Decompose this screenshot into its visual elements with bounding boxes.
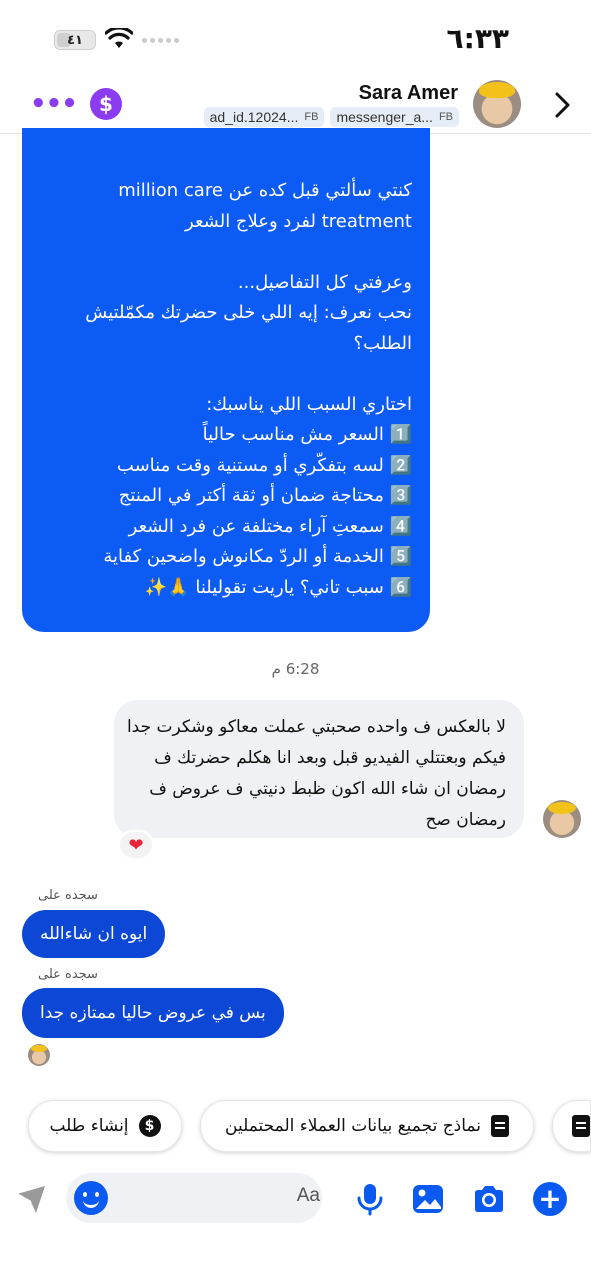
add-icon[interactable]: + [533, 1182, 567, 1216]
battery-level: ٤١ [67, 32, 83, 48]
tag-source: FB [438, 111, 453, 123]
gallery-icon[interactable] [411, 1182, 445, 1216]
conversation-header: ••• $ Sara Amer ad_id.12024... FB messen… [0, 78, 591, 134]
form-icon [491, 1115, 509, 1137]
contact-avatar[interactable] [473, 80, 521, 128]
form-icon [572, 1115, 590, 1137]
tag-label: messenger_a... [336, 109, 433, 125]
tag-source: FB [304, 111, 319, 123]
more-options-icon[interactable]: ••• [30, 91, 78, 117]
tag-messenger[interactable]: messenger_a... FB [330, 107, 459, 127]
sender-name: سجده على [38, 888, 98, 903]
tag-ad-id[interactable]: ad_id.12024... FB [203, 107, 325, 127]
contact-name[interactable]: Sara Amer [359, 82, 458, 105]
chevron-right-icon[interactable] [549, 90, 575, 120]
emoji-icon[interactable] [74, 1181, 108, 1215]
reply-message[interactable]: بس في عروض حاليا ممتازه جدا [22, 988, 284, 1038]
heart-reaction-icon[interactable]: ❤ [118, 830, 154, 860]
status-time: ٦:٣٣ [446, 22, 509, 55]
quick-actions-row: $ إنشاء طلب نماذج تجميع بيانات العملاء ا… [0, 1100, 591, 1154]
outgoing-message[interactable]: كنتي سألتي قبل كده عن million care treat… [22, 128, 430, 632]
wifi-icon [105, 28, 133, 48]
reply-message[interactable]: ايوه ان شاءالله [22, 910, 166, 958]
dollar-icon: $ [138, 1115, 161, 1137]
contact-avatar-small[interactable] [543, 800, 581, 838]
battery-icon: ٤١ [54, 30, 96, 50]
microphone-icon[interactable] [353, 1182, 387, 1216]
sender-name: سجده على [38, 967, 98, 982]
chip-label: إنشاء طلب [49, 1116, 129, 1136]
dollar-icon: $ [99, 92, 113, 116]
chip-label: نماذج تجميع بيانات العملاء المحتملين [225, 1116, 481, 1136]
timestamp-divider: 6:28 م [271, 660, 320, 678]
tag-label: ad_id.12024... [209, 109, 299, 125]
camera-icon[interactable] [472, 1182, 506, 1216]
create-order-button[interactable]: $ إنشاء طلب [28, 1100, 182, 1152]
message-placeholder: Aa [296, 1185, 320, 1206]
contact-tags: ad_id.12024... FB messenger_a... FB [203, 107, 459, 127]
more-quick-action-button[interactable] [552, 1100, 591, 1152]
cellular-signal-icon [142, 38, 179, 43]
message-input[interactable]: Aa [66, 1173, 322, 1223]
payment-button[interactable]: $ [90, 88, 122, 120]
incoming-message[interactable]: لا بالعكس ف واحده صحبتي عملت معاكو وشكرت… [114, 700, 524, 838]
send-arrow-icon[interactable] [14, 1182, 48, 1216]
status-bar: ٤١ ٦:٣٣ [0, 0, 591, 78]
lead-forms-button[interactable]: نماذج تجميع بيانات العملاء المحتملين [200, 1100, 534, 1152]
read-receipt-avatar [28, 1044, 50, 1066]
message-composer: Aa + [0, 1164, 591, 1234]
